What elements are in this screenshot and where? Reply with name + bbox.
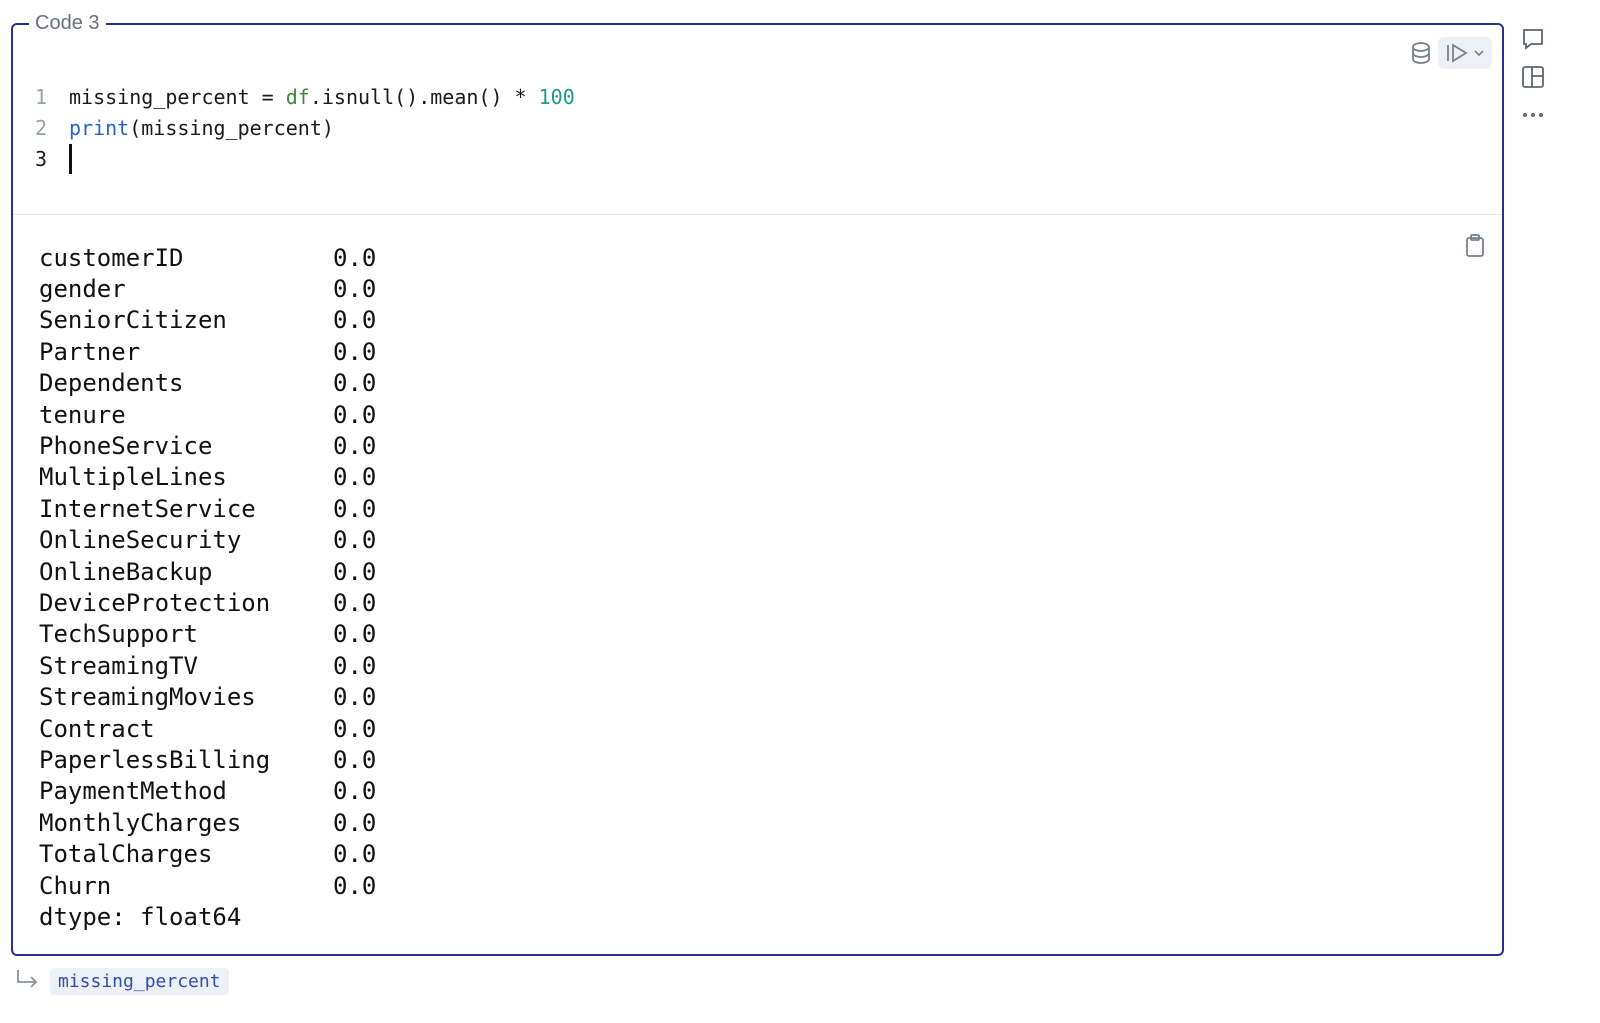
run-icon[interactable] (1444, 41, 1470, 65)
output-row: InternetService 0.0 (39, 493, 376, 524)
code-editor[interactable]: 1 missing_percent = df.isnull().mean() * … (13, 81, 1502, 174)
code-text: print(missing_percent) (69, 116, 334, 140)
output-row: SeniorCitizen 0.0 (39, 305, 376, 336)
output-value: 0.0 (333, 588, 377, 617)
output-column-name: InternetService (39, 494, 256, 523)
output-row: PaymentMethod 0.0 (39, 776, 376, 807)
code-line[interactable]: 2 print(missing_percent) (13, 112, 1502, 143)
output-row: MonthlyCharges 0.0 (39, 807, 376, 838)
cell-footer: missing_percent (14, 968, 229, 995)
output-row: Contract 0.0 (39, 713, 376, 744)
output-column-name: MonthlyCharges (39, 808, 242, 837)
output-column-name: Partner (39, 337, 141, 366)
output-row: customerID 0.0 (39, 242, 376, 273)
output-column-name: gender (39, 275, 126, 304)
cell-toolbar (1410, 37, 1492, 69)
cell-side-actions (1518, 26, 1548, 128)
code-line[interactable]: 3 (13, 143, 1502, 174)
line-number: 1 (34, 84, 47, 109)
output-value: 0.0 (333, 651, 377, 680)
output-column-name: OnlineSecurity (39, 526, 242, 555)
output-row: gender 0.0 (39, 273, 376, 304)
output-row: DeviceProtection 0.0 (39, 587, 376, 618)
clipboard-icon[interactable] (1464, 233, 1486, 264)
code-token: (missing_percent) (129, 115, 334, 140)
output-row: Partner 0.0 (39, 336, 376, 367)
output-column-name: SeniorCitizen (39, 306, 227, 335)
output-column-name: TotalCharges (39, 840, 213, 869)
code-token: 100 (538, 84, 575, 109)
output-row: OnlineSecurity 0.0 (39, 525, 376, 556)
output-value: 0.0 (333, 337, 377, 366)
output-value: 0.0 (333, 494, 377, 523)
output-column-name: PhoneService (39, 432, 213, 461)
output-column-name: PaymentMethod (39, 777, 227, 806)
output-value: 0.0 (333, 808, 377, 837)
output-column-name: Churn (39, 871, 112, 900)
output-value: 0.0 (333, 840, 377, 869)
output-row: PaperlessBilling 0.0 (39, 744, 376, 775)
output-value: 0.0 (333, 871, 377, 900)
output-value: 0.0 (333, 369, 377, 398)
output-value: 0.0 (333, 432, 377, 461)
comment-icon[interactable] (1518, 26, 1548, 52)
output-value: 0.0 (333, 683, 377, 712)
output-row: MultipleLines 0.0 (39, 462, 376, 493)
output-dtype: dtype: float64 (39, 902, 242, 931)
code-token: print (69, 115, 130, 140)
output-row: StreamingTV 0.0 (39, 650, 376, 681)
output-row: Churn 0.0 (39, 870, 376, 901)
output-column-name: Dependents (39, 369, 184, 398)
line-number: 2 (34, 115, 47, 140)
output-row: tenure 0.0 (39, 399, 376, 430)
cell-label: Code 3 (29, 10, 106, 36)
output-row: TotalCharges 0.0 (39, 838, 376, 869)
output-variable-chip[interactable]: missing_percent (50, 968, 229, 995)
return-arrow-icon (14, 968, 40, 995)
output-value: 0.0 (333, 400, 377, 429)
output-row: OnlineBackup 0.0 (39, 556, 376, 587)
output-column-name: MultipleLines (39, 463, 227, 492)
line-number: 3 (34, 146, 47, 171)
output-value: 0.0 (333, 557, 377, 586)
output-column-name: PaperlessBilling (39, 745, 271, 774)
output-value: 0.0 (333, 620, 377, 649)
output-row: Dependents 0.0 (39, 368, 376, 399)
output-value: 0.0 (333, 306, 377, 335)
output-value: 0.0 (333, 243, 377, 272)
chevron-down-icon[interactable] (1472, 46, 1486, 60)
layout-icon[interactable] (1518, 64, 1548, 90)
output-column-name: tenure (39, 400, 126, 429)
output-value: 0.0 (333, 526, 377, 555)
run-button-group (1438, 37, 1492, 69)
output-column-name: OnlineBackup (39, 557, 213, 586)
code-token: df (285, 84, 310, 109)
output-value: 0.0 (333, 714, 377, 743)
output-column-name: StreamingMovies (39, 683, 256, 712)
text-cursor (69, 143, 72, 174)
output-column-name: customerID (39, 243, 184, 272)
output-value: 0.0 (333, 463, 377, 492)
code-line[interactable]: 1 missing_percent = df.isnull().mean() * … (13, 81, 1502, 112)
output-column-name: Contract (39, 714, 155, 743)
output-value: 0.0 (333, 745, 377, 774)
more-icon[interactable] (1518, 102, 1548, 128)
code-text: missing_percent = df.isnull().mean() * 1… (69, 85, 575, 109)
output-column-name: StreamingTV (39, 651, 198, 680)
code-token: .isnull().mean() * (309, 84, 539, 109)
output-row: PhoneService 0.0 (39, 430, 376, 461)
cell-divider (13, 214, 1502, 215)
output-row: StreamingMovies 0.0 (39, 681, 376, 712)
database-icon[interactable] (1410, 40, 1432, 66)
code-cell[interactable]: Code 3 1 missing_percent = df.isnull().m… (11, 10, 1504, 956)
code-text (69, 143, 72, 174)
output-column-name: TechSupport (39, 620, 198, 649)
output-row: TechSupport 0.0 (39, 619, 376, 650)
output-column-name: DeviceProtection (39, 588, 271, 617)
output-value: 0.0 (333, 275, 377, 304)
output-value: 0.0 (333, 777, 377, 806)
cell-output: customerID 0.0 gender 0.0 SeniorCitizen 0.0 Pa… (39, 242, 376, 933)
code-token: missing_percent = (69, 84, 286, 109)
